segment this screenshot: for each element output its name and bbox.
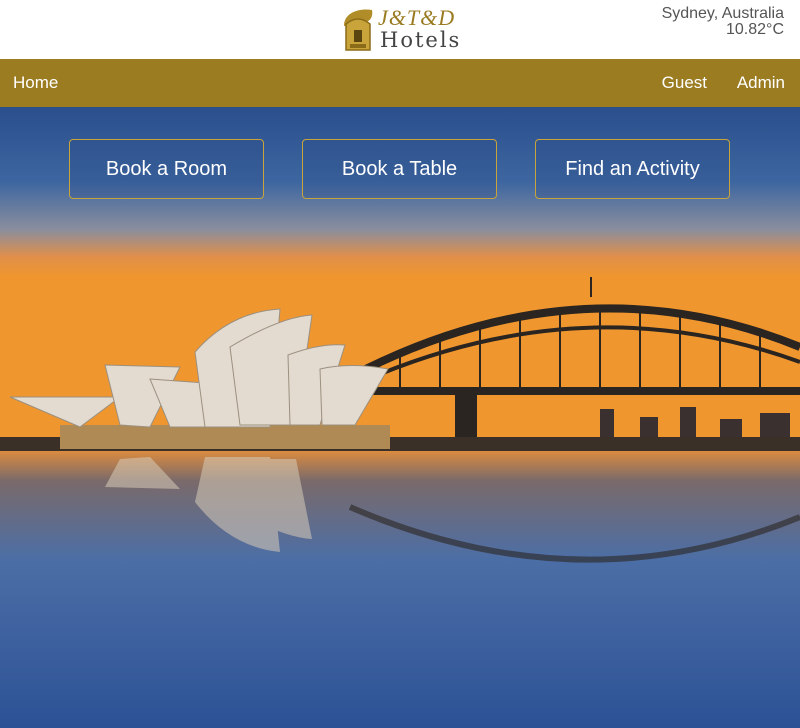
brand-name-line2: Hotels <box>380 28 462 52</box>
nav-bar: Home Guest Admin <box>0 59 800 107</box>
find-activity-button[interactable]: Find an Activity <box>535 139 730 199</box>
hero-section: Book a Room Book a Table Find an Activit… <box>0 107 800 728</box>
location-weather: Sydney, Australia 10.82°C <box>662 6 784 38</box>
header: J&T&D Hotels Sydney, Australia 10.82°C <box>0 0 800 59</box>
sydney-harbour-hero-image <box>0 107 800 728</box>
nav-admin-link[interactable]: Admin <box>737 59 785 107</box>
nav-home-link[interactable]: Home <box>13 59 58 107</box>
nav-guest-link[interactable]: Guest <box>662 59 707 107</box>
book-table-button[interactable]: Book a Table <box>302 139 497 199</box>
location-temperature: 10.82°C <box>726 21 784 38</box>
book-room-button[interactable]: Book a Room <box>69 139 264 199</box>
location-city: Sydney, Australia <box>661 5 784 22</box>
hotel-leaf-logo-icon <box>344 9 373 51</box>
brand-logo[interactable]: J&T&D Hotels <box>340 6 465 52</box>
brand-name-line1: J&T&D <box>378 5 456 30</box>
